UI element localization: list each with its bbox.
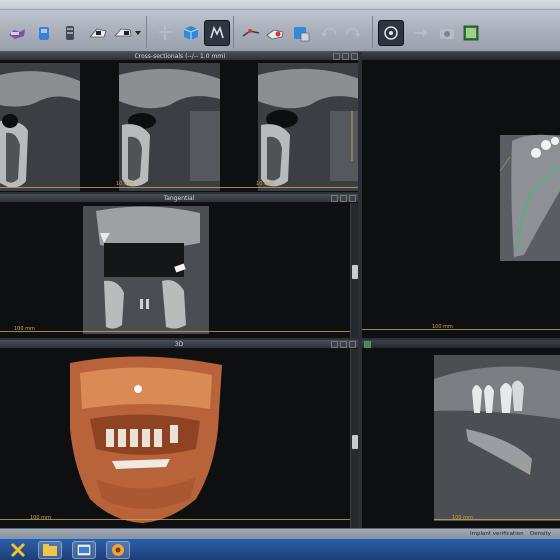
dropdown-icon[interactable] bbox=[133, 20, 143, 46]
cross-section-slice-3 bbox=[258, 63, 360, 191]
cross-section-slice-1 bbox=[0, 63, 80, 191]
measure-icon[interactable] bbox=[238, 20, 264, 46]
toolbar-separator bbox=[233, 16, 234, 48]
axial-pane[interactable]: 100 mm bbox=[362, 52, 560, 338]
pane-settings-button[interactable] bbox=[340, 341, 347, 348]
tooth-icon[interactable] bbox=[31, 20, 57, 46]
tangential-scrollbar[interactable] bbox=[350, 203, 358, 338]
pane-settings-button[interactable] bbox=[342, 53, 349, 60]
pane-header bbox=[362, 52, 560, 61]
panoramic-image[interactable] bbox=[362, 349, 560, 528]
undo-icon[interactable] bbox=[316, 20, 342, 46]
nerve-icon[interactable] bbox=[85, 20, 111, 46]
cross-section-scale-label: 10 mm bbox=[116, 181, 134, 187]
screenshot-icon[interactable] bbox=[378, 20, 404, 46]
start-icon[interactable] bbox=[6, 541, 30, 559]
window-title-strip bbox=[0, 0, 560, 10]
volume-scrollbar[interactable] bbox=[350, 349, 358, 528]
mandible-icon[interactable] bbox=[4, 20, 30, 46]
scrollbar-thumb[interactable] bbox=[352, 435, 358, 449]
pane-splitter-horizontal[interactable] bbox=[0, 192, 358, 194]
cross-section-scale-label: 10 mm bbox=[256, 181, 274, 187]
pane-header: Cross-sectionals (--/-- 1.0 mm) bbox=[0, 52, 360, 61]
cross-sectionals-pane[interactable]: Cross-sectionals (--/-- 1.0 mm) 10 mm 10… bbox=[0, 52, 360, 192]
bone-icon[interactable] bbox=[204, 20, 230, 46]
report-icon[interactable] bbox=[458, 20, 484, 46]
app-icon[interactable] bbox=[72, 541, 96, 559]
scrollbar-thumb[interactable] bbox=[352, 265, 358, 279]
pane-expand-button[interactable] bbox=[331, 341, 338, 348]
windows-taskbar bbox=[0, 538, 560, 560]
pane-title: Cross-sectionals (--/-- 1.0 mm) bbox=[134, 53, 226, 60]
panoramic-scale-label: 100 mm bbox=[452, 515, 473, 521]
tooth-view-icon[interactable] bbox=[288, 20, 314, 46]
pane-header: 3D bbox=[0, 340, 358, 349]
cube-icon[interactable] bbox=[178, 20, 204, 46]
pane-header bbox=[362, 340, 560, 349]
volume-scale-label: 100 mm bbox=[30, 515, 51, 521]
toolbar-separator bbox=[146, 16, 147, 48]
cross-section-slice-2 bbox=[119, 63, 220, 191]
pane-settings-button[interactable] bbox=[340, 195, 347, 202]
tangential-image[interactable] bbox=[0, 203, 358, 338]
pane-header: Tangential bbox=[0, 194, 358, 203]
pane-title: 3D bbox=[174, 341, 184, 348]
pane-close-button[interactable] bbox=[349, 341, 356, 348]
volume-3d-pane[interactable]: 3D 100 mm bbox=[0, 340, 358, 528]
cross-section-images[interactable] bbox=[0, 61, 360, 192]
pane-expand-button[interactable] bbox=[331, 195, 338, 202]
pointer-icon[interactable] bbox=[152, 20, 178, 46]
toolbar-separator bbox=[372, 16, 373, 48]
tangential-pane[interactable]: Tangential 100 mm bbox=[0, 194, 358, 338]
implant-icon[interactable] bbox=[57, 20, 83, 46]
dental-imaging-app: Cross-sectionals (--/-- 1.0 mm) 10 mm 10… bbox=[0, 0, 560, 560]
pane-expand-button[interactable] bbox=[333, 53, 340, 60]
settings-icon[interactable] bbox=[106, 541, 130, 559]
status-bar: Implant verification Density bbox=[0, 528, 560, 538]
pane-title: Tangential bbox=[163, 195, 195, 202]
pane-close-button[interactable] bbox=[349, 195, 356, 202]
axial-image[interactable] bbox=[362, 61, 560, 338]
panoramic-pane[interactable]: 100 mm bbox=[362, 340, 560, 528]
arrow-icon[interactable] bbox=[408, 20, 434, 46]
camera-icon[interactable] bbox=[434, 20, 460, 46]
annotate-icon[interactable] bbox=[262, 20, 288, 46]
main-toolbar bbox=[0, 0, 560, 52]
windows-explorer-icon[interactable] bbox=[38, 541, 62, 559]
axial-scale-label: 100 mm bbox=[432, 324, 453, 330]
pane-color-tag[interactable] bbox=[364, 341, 371, 348]
tangential-scale-label: 100 mm bbox=[14, 326, 35, 332]
volume-3d-render[interactable] bbox=[0, 349, 358, 528]
pane-close-button[interactable] bbox=[351, 53, 358, 60]
redo-icon[interactable] bbox=[340, 20, 366, 46]
